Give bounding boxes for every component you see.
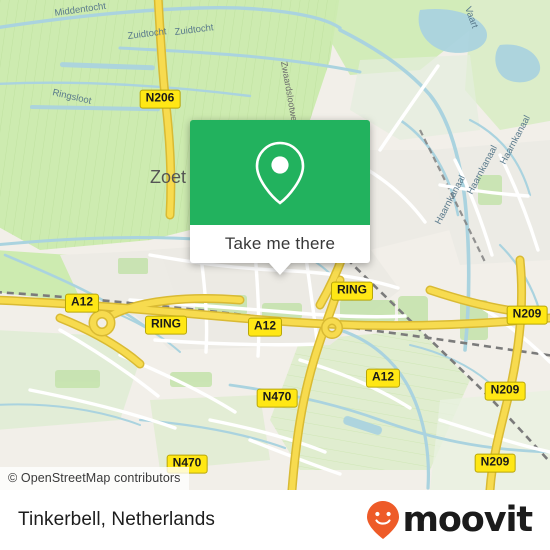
road-shield: N206	[139, 89, 181, 109]
footer-bar: Tinkerbell, Netherlands moovit	[0, 490, 550, 550]
place-title: Tinkerbell, Netherlands	[18, 509, 215, 530]
moovit-smiley-pin-icon	[367, 501, 400, 539]
road-shield: A12	[64, 293, 100, 313]
road-shield: N209	[484, 381, 526, 401]
map-canvas[interactable]: Middentocht Zuidtocht Zuidtocht Ringsloo…	[0, 0, 550, 490]
map-attribution[interactable]: © OpenStreetMap contributors	[0, 467, 189, 490]
take-me-there-label: Take me there	[224, 234, 336, 253]
road-shield: N209	[506, 305, 548, 325]
road-shield: N209	[474, 453, 516, 473]
road-shield: RING	[145, 315, 187, 335]
city-label: Zoet	[150, 167, 186, 187]
callout-tail	[269, 263, 291, 275]
moovit-location-card: Middentocht Zuidtocht Zuidtocht Ringsloo…	[0, 0, 550, 550]
moovit-wordmark: moovit	[402, 499, 533, 540]
callout-header	[190, 120, 370, 225]
road-shield: N470	[256, 388, 298, 408]
location-callout[interactable]: Take me there	[190, 120, 370, 275]
location-pin-icon	[255, 141, 305, 205]
road-shield: A12	[247, 317, 283, 337]
moovit-brand[interactable]: moovit	[366, 499, 533, 540]
road-shield: A12	[365, 368, 401, 388]
take-me-there-button[interactable]: Take me there	[190, 225, 370, 263]
road-shield: RING	[331, 281, 373, 301]
